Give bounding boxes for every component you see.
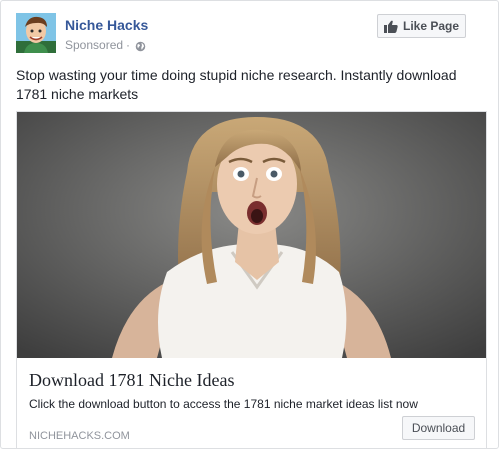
sponsored-label[interactable]: Sponsored: [65, 37, 123, 53]
download-button[interactable]: Download: [402, 416, 475, 440]
link-preview[interactable]: Download 1781 Niche Ideas Click the down…: [16, 111, 487, 449]
like-page-button[interactable]: Like Page: [377, 14, 466, 38]
thumbs-up-icon: [383, 20, 398, 33]
post-meta: Sponsored ·: [65, 37, 146, 53]
sponsored-post-card: Niche Hacks Sponsored · Like Page Stop w…: [0, 0, 499, 449]
link-preview-title[interactable]: Download 1781 Niche Ideas: [29, 369, 234, 391]
link-preview-domain: NICHEHACKS.COM: [29, 430, 130, 442]
meta-separator: ·: [126, 38, 131, 52]
like-page-label: Like Page: [402, 19, 460, 33]
link-preview-description: Click the download button to access the …: [29, 397, 418, 411]
globe-icon: [135, 40, 146, 51]
link-preview-image[interactable]: [17, 112, 486, 358]
page-avatar[interactable]: [16, 13, 56, 53]
avatar-image: [16, 13, 56, 53]
post-message: Stop wasting your time doing stupid nich…: [16, 67, 457, 102]
page-name-link[interactable]: Niche Hacks: [65, 16, 148, 34]
surprised-woman-photo: [17, 112, 486, 358]
